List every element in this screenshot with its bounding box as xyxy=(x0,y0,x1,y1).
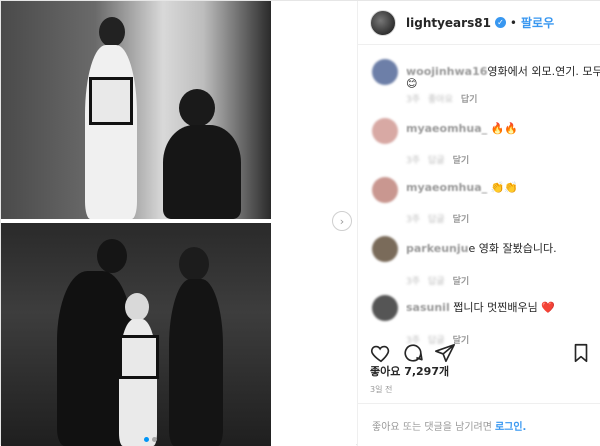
commenter-avatar[interactable] xyxy=(372,236,398,262)
bookmark-icon[interactable] xyxy=(570,342,592,364)
carousel-dot xyxy=(152,437,157,442)
comment-likes: 좋아요 xyxy=(428,95,453,105)
author-username[interactable]: lightyears81 xyxy=(406,16,491,30)
reply-button[interactable]: 달기 xyxy=(453,274,470,287)
comment-time: 3주 xyxy=(406,215,421,225)
verified-badge-icon: ✓ xyxy=(494,17,506,28)
comment-likes: 답글 xyxy=(428,215,445,225)
likes-count[interactable]: 좋아요 7,297개 xyxy=(370,363,449,379)
comment-item: myaeomhua_ 🔥🔥 3주 답글 달기 xyxy=(358,112,600,171)
comment-text: 쩝니다 멋찐배우님 xyxy=(453,301,538,314)
post-time[interactable]: 3일 전 xyxy=(370,384,392,395)
comment-likes: 답글 xyxy=(428,156,445,166)
comment-likes: 답글 xyxy=(428,277,445,287)
commenter-username[interactable]: parkeunju xyxy=(406,242,468,255)
comment-text: e 영화 잘봤습니다. xyxy=(468,242,557,255)
commenter-username[interactable]: myaeomhua_ xyxy=(406,181,487,194)
follow-button[interactable]: 팔로우 xyxy=(521,14,554,31)
carousel-next-button[interactable]: › xyxy=(332,211,352,231)
commenter-avatar[interactable] xyxy=(372,59,398,85)
comment-time: 3주 xyxy=(406,156,421,166)
comment-item: woojinhwa16영화에서 외모.연기. 모두 😊 3주 좋아요 답기 xyxy=(358,53,600,112)
comment-time: 3주 xyxy=(406,95,421,105)
comment-emoji: 👏👏 xyxy=(490,181,519,194)
heart-icon[interactable] xyxy=(370,342,392,364)
header-separator: • xyxy=(509,15,517,30)
reply-button[interactable]: 달기 xyxy=(453,153,470,166)
instagram-post: › lightyears81 ✓ • 팔로우 woojinhwa16영화에서 외… xyxy=(0,0,600,446)
reply-button[interactable]: 답기 xyxy=(461,92,478,105)
post-photo[interactable]: › xyxy=(1,1,356,446)
photo-bottom-frame xyxy=(1,223,271,446)
carousel-dots xyxy=(144,437,157,442)
photo-top-frame xyxy=(1,1,271,219)
share-icon[interactable] xyxy=(434,342,456,364)
commenter-username[interactable]: myaeomhua_ xyxy=(406,122,487,135)
heart-emoji-icon: ❤️ xyxy=(541,301,555,314)
commenter-username[interactable]: woojinhwa16 xyxy=(406,65,487,78)
comment-time: 3주 xyxy=(406,277,421,287)
comment-item: sasunil 쩝니다 멋찐배우님 ❤️ 3주 답글 달기 xyxy=(358,289,600,348)
comment-item: parkeunjue 영화 잘봤습니다. 3주 답글 달기 xyxy=(358,230,600,289)
login-link[interactable]: 로그인. xyxy=(495,418,526,433)
commenter-username[interactable]: sasunil xyxy=(406,301,450,314)
commenter-avatar[interactable] xyxy=(372,118,398,144)
commenter-avatar[interactable] xyxy=(372,177,398,203)
author-avatar[interactable] xyxy=(370,9,396,36)
commenter-avatar[interactable] xyxy=(372,295,398,321)
comment-text: 영화에서 외모.연기. 모두 xyxy=(487,65,600,78)
login-prompt: 좋아요 또는 댓글을 남기려면 로그인. xyxy=(358,403,600,446)
login-prompt-text: 좋아요 또는 댓글을 남기려면 xyxy=(372,421,492,433)
carousel-dot-active xyxy=(144,437,149,442)
reply-button[interactable]: 달기 xyxy=(453,212,470,225)
comment-item: myaeomhua_ 👏👏 3주 답글 달기 xyxy=(358,171,600,230)
post-header: lightyears81 ✓ • 팔로우 xyxy=(358,1,600,45)
action-bar xyxy=(370,341,592,365)
comment-emoji: 🔥🔥 xyxy=(490,122,519,135)
comment-icon[interactable] xyxy=(402,342,424,364)
comment-list: woojinhwa16영화에서 외모.연기. 모두 😊 3주 좋아요 답기 myae… xyxy=(358,53,600,348)
post-side-panel: lightyears81 ✓ • 팔로우 woojinhwa16영화에서 외모.… xyxy=(357,1,600,446)
